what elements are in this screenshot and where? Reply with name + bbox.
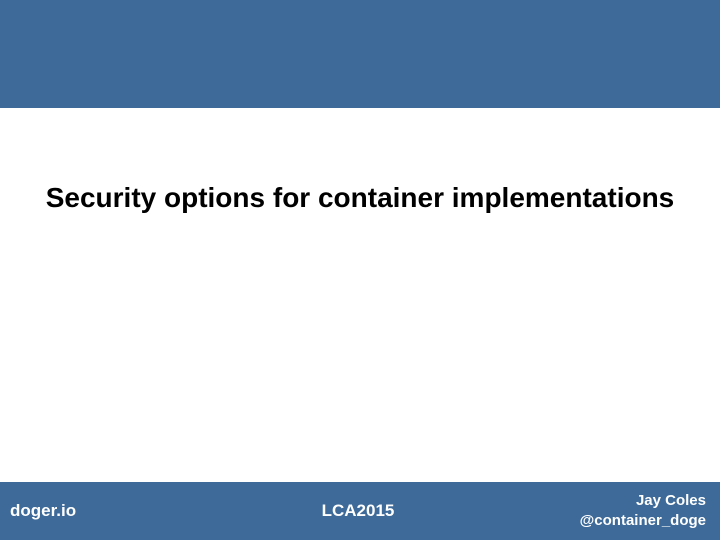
slide-content: Security options for container implement… — [0, 108, 720, 216]
footer-right-block: Jay Coles @container_doge — [474, 491, 706, 532]
footer-left-text: doger.io — [10, 501, 242, 521]
header-bar — [0, 0, 720, 108]
footer-center-text: LCA2015 — [242, 501, 474, 521]
footer-author-handle: @container_doge — [474, 511, 706, 531]
slide-title: Security options for container implement… — [0, 180, 720, 216]
footer-bar: doger.io LCA2015 Jay Coles @container_do… — [0, 482, 720, 540]
footer-author-name: Jay Coles — [474, 491, 706, 511]
